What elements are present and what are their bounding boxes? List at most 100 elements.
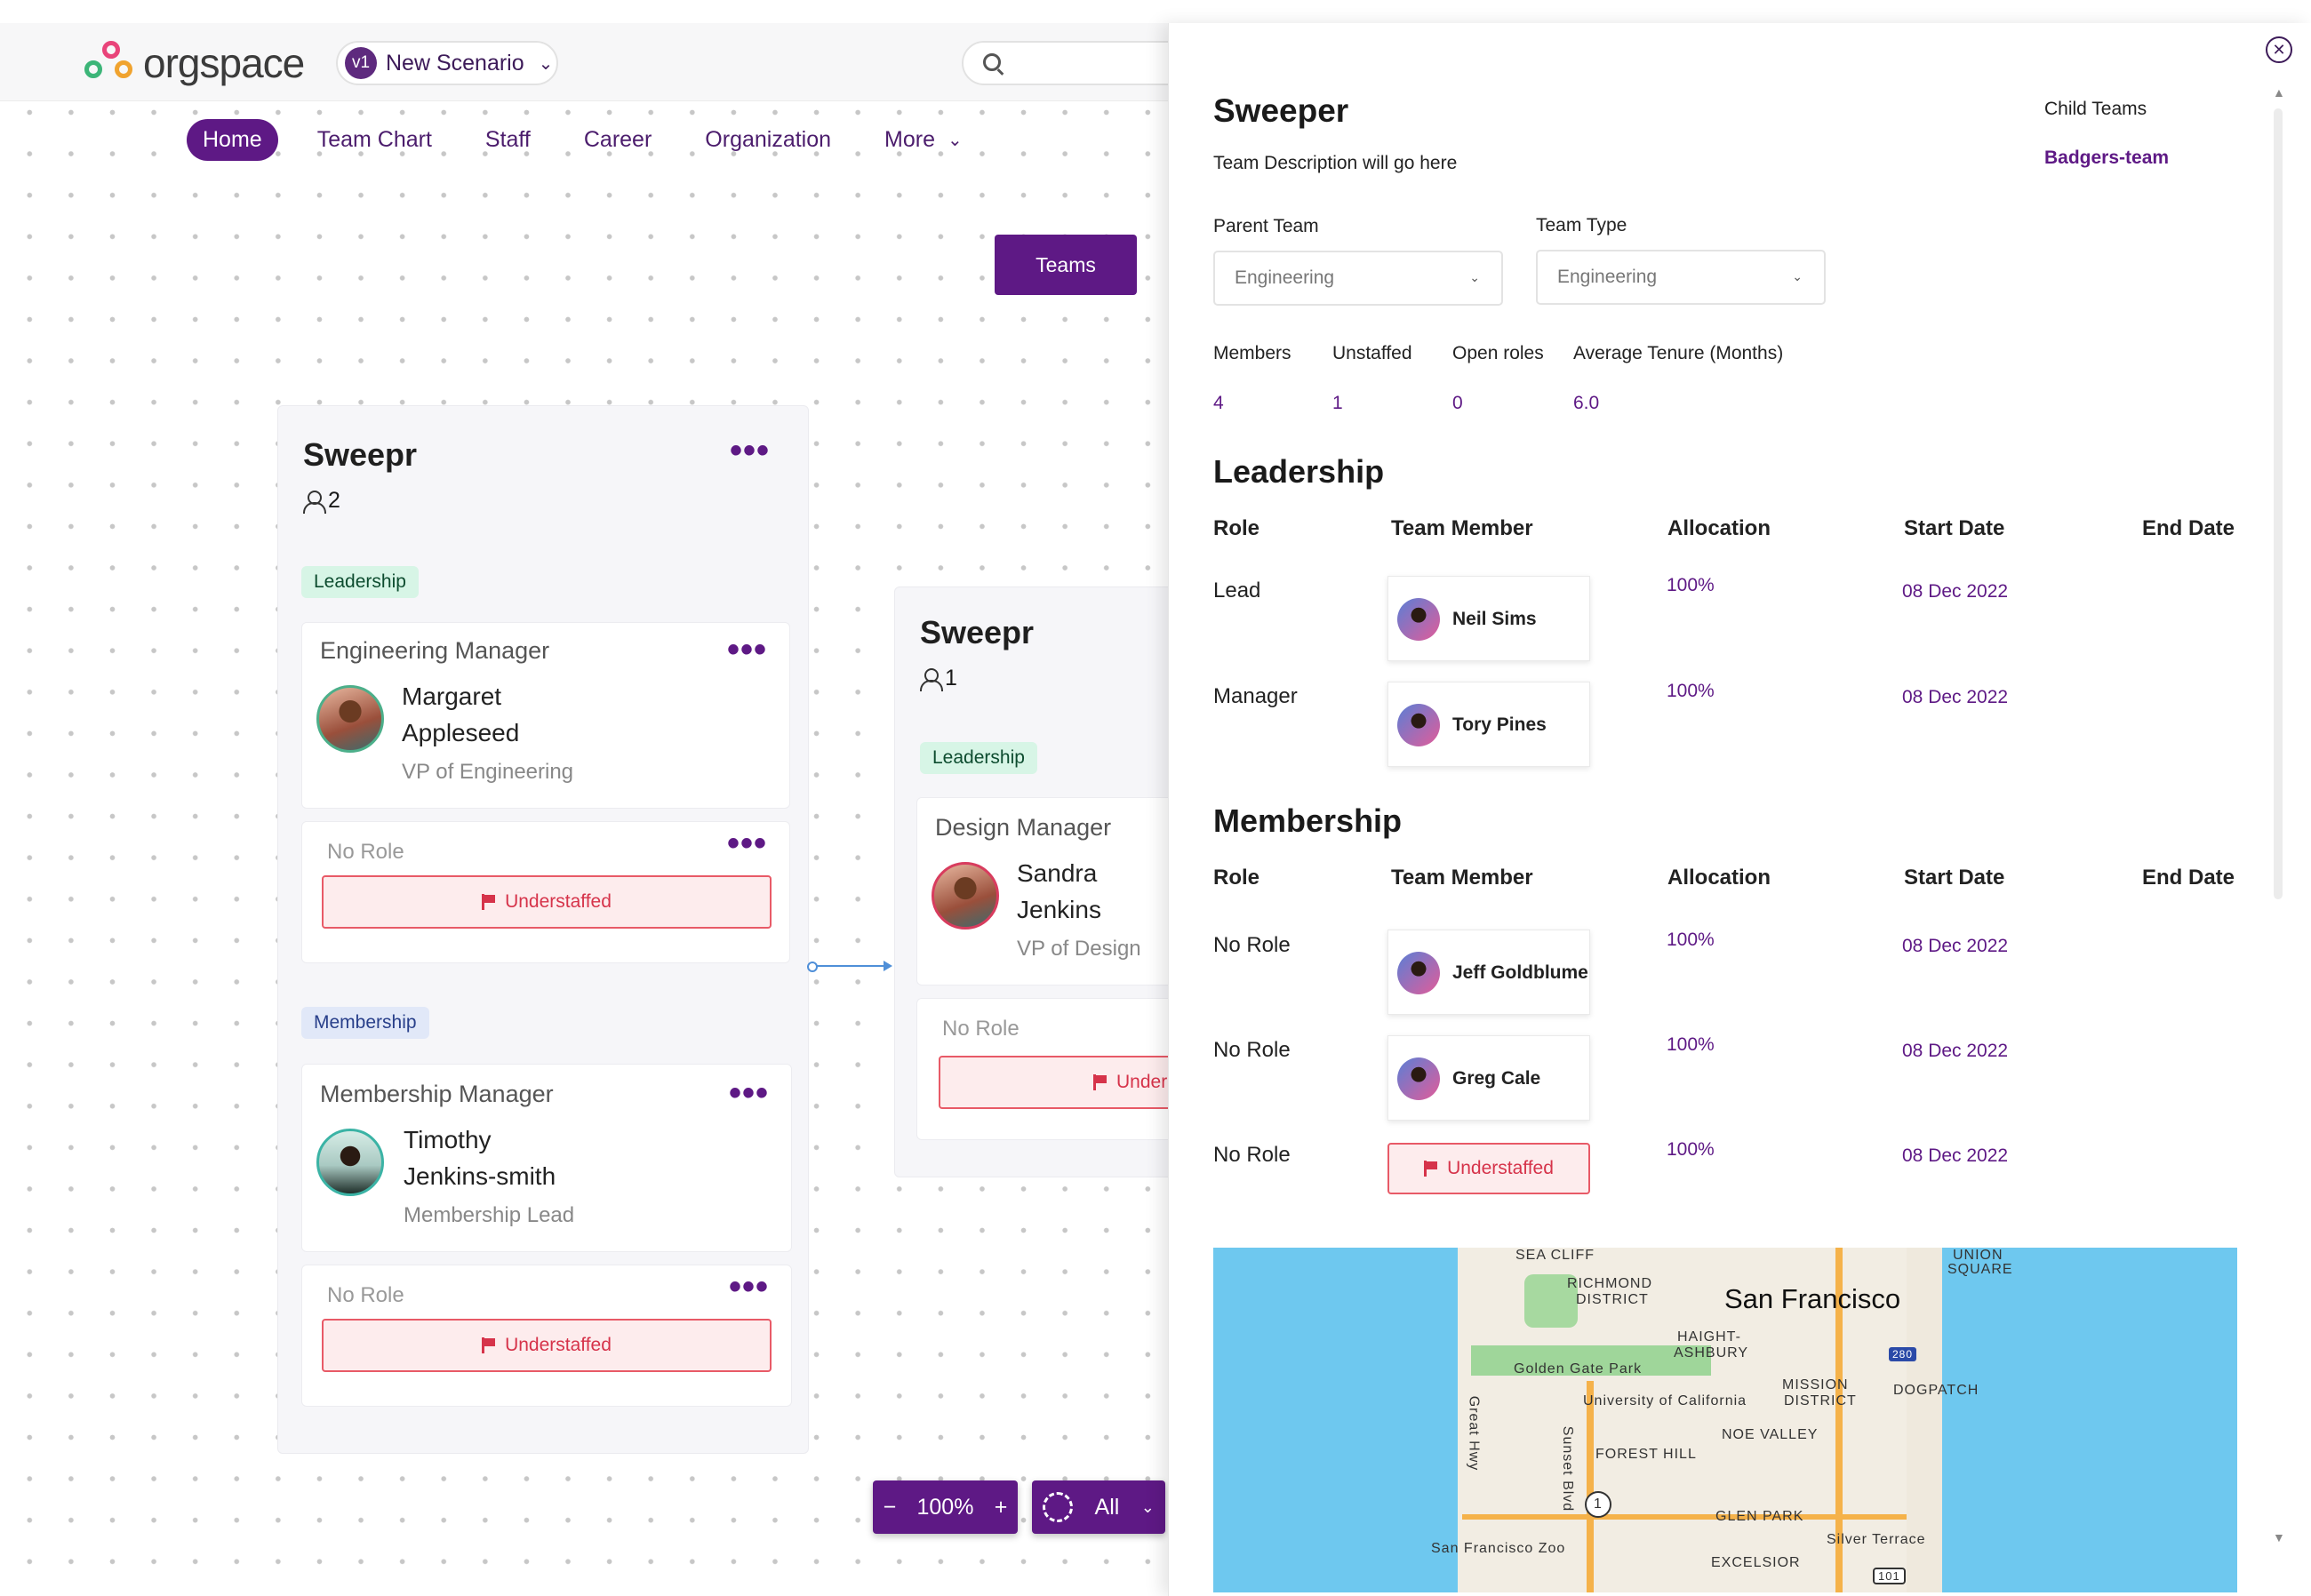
start-date-value: 08 Dec 2022 (1902, 936, 2009, 956)
window-top-strip (0, 0, 2311, 23)
main-nav: Home Team Chart Staff Career Organizatio… (187, 119, 1016, 161)
team-connector-line (807, 961, 892, 972)
person-name: Margaret Appleseed (402, 678, 519, 751)
avatar (1397, 1057, 1440, 1100)
teams-button[interactable]: Teams (995, 235, 1137, 295)
column-header-allocation: Allocation (1667, 866, 1771, 890)
column-header-allocation: Allocation (1667, 516, 1771, 540)
zoom-level: 100% (916, 1494, 974, 1520)
more-options-icon[interactable]: ••• (730, 433, 770, 468)
stat-members-label: Members (1213, 343, 1291, 363)
filter-dropdown[interactable]: All ⌄ (1032, 1480, 1165, 1534)
understaffed-button[interactable]: Understaffed (322, 875, 772, 929)
membership-row-role: No Role (1213, 933, 1291, 957)
stat-open-roles-value: 0 (1452, 393, 1463, 413)
role-card-engineering-manager[interactable]: Engineering Manager ••• Margaret Applese… (301, 622, 790, 809)
zoom-out-button[interactable]: − (884, 1495, 897, 1520)
team-card-sweepr-child[interactable]: Sweepr 1 Leadership Design Manager Sandr… (894, 587, 1205, 1177)
child-team-link[interactable]: Badgers-team (2044, 148, 2169, 169)
understaffed-button[interactable]: Understaffed (1387, 1143, 1590, 1194)
scrollbar-thumb[interactable] (2274, 108, 2283, 899)
more-options-icon[interactable]: ••• (727, 826, 767, 861)
column-header-start-date: Start Date (1904, 866, 2005, 890)
column-header-start-date: Start Date (1904, 516, 2005, 540)
nav-home[interactable]: Home (187, 119, 278, 161)
role-card-no-role[interactable]: No Role Under (916, 998, 1205, 1140)
nav-staff[interactable]: Staff (485, 127, 531, 153)
zoom-control: − 100% + (873, 1480, 1018, 1534)
understaffed-label: Understaffed (505, 1335, 612, 1355)
team-member-chip[interactable]: Tory Pines (1387, 682, 1590, 767)
understaffed-button[interactable]: Understaffed (322, 1319, 772, 1372)
nav-organization[interactable]: Organization (705, 127, 831, 153)
panel-scrollbar[interactable]: ▲ ▼ (2270, 82, 2286, 1548)
more-options-icon[interactable]: ••• (729, 1269, 769, 1305)
nav-team-chart[interactable]: Team Chart (317, 127, 432, 153)
logo-text: orgspace (143, 40, 305, 86)
chevron-down-icon: ⌄ (1792, 269, 1803, 283)
team-card-sweepr[interactable]: Sweepr ••• 2 Leadership Engineering Mana… (277, 405, 809, 1454)
membership-row-role: No Role (1213, 1038, 1291, 1062)
team-member-chip[interactable]: Greg Cale (1387, 1035, 1590, 1121)
map-city-label: San Francisco (1724, 1283, 1901, 1314)
role-card-membership-manager[interactable]: Membership Manager ••• Timothy Jenkins-s… (301, 1064, 792, 1252)
parent-team-select[interactable]: Engineering ⌄ (1213, 251, 1503, 306)
team-member-name: Jeff Goldblume (1452, 962, 1588, 983)
map-label: HAIGHT- (1677, 1329, 1741, 1345)
role-card-no-role[interactable]: No Role ••• Understaffed (301, 1265, 792, 1407)
stat-unstaffed-label: Unstaffed (1332, 343, 1412, 363)
team-card-title: Sweepr (303, 436, 418, 473)
zoom-in-button[interactable]: + (995, 1495, 1008, 1520)
team-type-select[interactable]: Engineering ⌄ (1536, 250, 1826, 305)
role-title: No Role (942, 1017, 1020, 1041)
scroll-down-icon[interactable]: ▼ (2273, 1530, 2285, 1544)
team-member-chip[interactable]: Neil Sims (1387, 576, 1590, 661)
map-ocean (1213, 1248, 1458, 1592)
map-label: Great Hwy (1466, 1395, 1482, 1472)
map-road (1587, 1381, 1594, 1592)
person-last-name: Appleseed (402, 719, 520, 746)
filter-value: All (1094, 1494, 1120, 1520)
scenario-name: New Scenario (386, 50, 524, 76)
team-member-chip[interactable]: Jeff Goldblume (1387, 930, 1590, 1015)
column-header-team-member: Team Member (1391, 866, 1533, 890)
role-title: No Role (327, 840, 404, 864)
child-teams-label: Child Teams (2044, 99, 2147, 119)
map-label: SEA CLIFF (1515, 1248, 1595, 1263)
nav-more-label: More (884, 127, 936, 152)
map-label: SQUARE (1947, 1262, 2013, 1277)
map-label: San Francisco Zoo (1431, 1541, 1566, 1556)
leadership-tag: Leadership (920, 742, 1037, 774)
nav-career[interactable]: Career (584, 127, 652, 153)
person-last-name: Jenkins (1017, 896, 1101, 923)
team-location-map[interactable]: SEA CLIFF RICHMOND DISTRICT UNION SQUARE… (1213, 1248, 2237, 1592)
map-bay (1942, 1248, 2237, 1592)
orgspace-logo[interactable]: orgspace (84, 39, 305, 87)
allocation-value: 100% (1667, 930, 1715, 950)
role-title: Design Manager (935, 814, 1112, 841)
map-label: FOREST HILL (1595, 1447, 1697, 1462)
map-label: DOGPATCH (1893, 1383, 1979, 1398)
role-title: No Role (327, 1283, 404, 1307)
stat-tenure-value: 6.0 (1573, 393, 1600, 413)
more-options-icon[interactable]: ••• (727, 632, 767, 667)
chevron-down-icon: ⌄ (948, 131, 963, 150)
column-header-end-date: End Date (2142, 516, 2235, 540)
column-header-role: Role (1213, 516, 1260, 540)
role-card-design-manager[interactable]: Design Manager Sandra Jenkins VP of Desi… (916, 797, 1201, 986)
more-options-icon[interactable]: ••• (729, 1075, 769, 1111)
nav-more[interactable]: More ⌄ (884, 127, 963, 153)
start-date-value: 08 Dec 2022 (1902, 581, 2009, 602)
column-header-role: Role (1213, 866, 1260, 890)
chevron-down-icon: ⌄ (1140, 1497, 1155, 1516)
map-label: Sunset Blvd (1560, 1425, 1576, 1512)
scroll-up-icon[interactable]: ▲ (2273, 85, 2285, 100)
loading-spinner-icon (1043, 1492, 1074, 1522)
scenario-selector[interactable]: v1 New Scenario ⌄ (336, 41, 558, 85)
role-card-no-role[interactable]: No Role ••• Understaffed (301, 821, 790, 963)
close-icon[interactable]: ✕ (2266, 36, 2292, 63)
search-input[interactable] (962, 41, 1193, 85)
avatar (316, 685, 384, 753)
understaffed-button[interactable]: Under (939, 1056, 1205, 1109)
allocation-value: 100% (1667, 681, 1715, 701)
